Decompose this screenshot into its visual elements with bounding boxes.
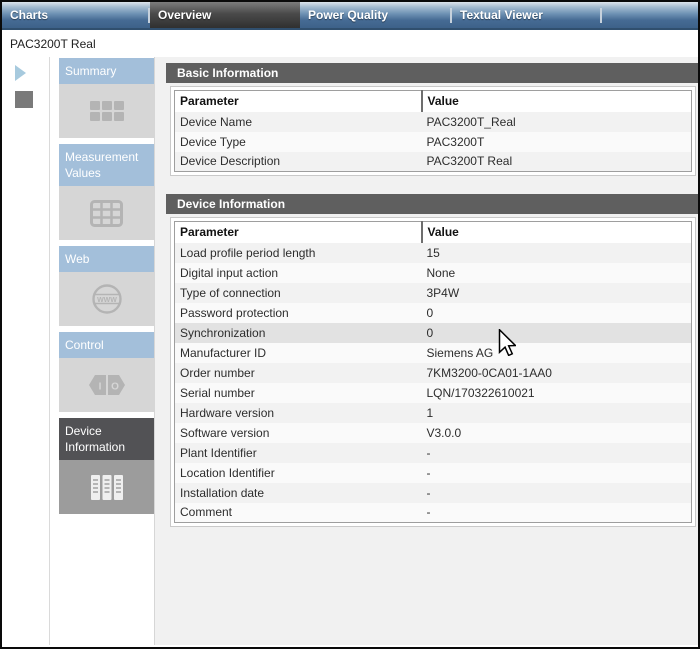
table-row: Hardware version 1	[174, 402, 692, 423]
sidebar-item-label: Summary	[59, 58, 154, 84]
value-cell: -	[421, 482, 692, 503]
table-row: Order number 7KM3200-0CA01-1AA0	[174, 362, 692, 383]
globe-www-icon: WWW	[91, 284, 122, 314]
stop-button[interactable]	[15, 91, 33, 108]
sidebar-item-control[interactable]: Control I O	[59, 332, 154, 412]
column-header-value: Value	[420, 221, 692, 243]
parameter-cell: Digital input action	[174, 262, 422, 283]
value-cell: -	[421, 462, 692, 483]
section-header-device-information: Device Information	[166, 194, 698, 214]
table-row: Location Identifier -	[174, 462, 692, 483]
parameter-cell: Comment	[174, 502, 422, 523]
parameter-cell: Serial number	[174, 382, 422, 403]
parameter-cell: Device Name	[174, 111, 422, 132]
sidebar-item-web[interactable]: Web WWW	[59, 246, 154, 326]
table-header-row: Parameter Value	[174, 90, 692, 112]
play-icon	[15, 65, 26, 81]
basic-information-panel: Parameter Value Device Name PAC3200T_Rea…	[170, 86, 696, 176]
svg-text:I: I	[98, 382, 101, 393]
play-button[interactable]	[15, 65, 27, 81]
column-header-parameter: Parameter	[174, 90, 422, 112]
parameter-cell: Manufacturer ID	[174, 342, 422, 363]
left-control-strip	[2, 57, 49, 645]
svg-text:WWW: WWW	[97, 297, 117, 304]
tab-bar: Charts Overview Power Quality Textual Vi…	[2, 2, 698, 30]
value-cell: Siemens AG	[421, 342, 692, 363]
table-row: Type of connection 3P4W	[174, 282, 692, 303]
value-cell: PAC3200T	[421, 131, 692, 152]
value-cell: 7KM3200-0CA01-1AA0	[421, 362, 692, 383]
measurement-table-icon	[90, 199, 123, 227]
table-row: Load profile period length 15	[174, 242, 692, 263]
tab-power-quality[interactable]: Power Quality	[300, 2, 450, 28]
parameter-cell: Load profile period length	[174, 242, 422, 263]
section-header-basic-information: Basic Information	[166, 63, 698, 83]
main-content: Basic Information Parameter Value Device…	[154, 57, 698, 645]
view-navigation: Summary Measurement Values Web WWW Contr…	[49, 57, 154, 645]
table-row: Device Description PAC3200T Real	[174, 151, 692, 172]
sidebar-item-label: Device Information	[59, 418, 154, 460]
parameter-cell: Password protection	[174, 302, 422, 323]
parameter-cell: Device Type	[174, 131, 422, 152]
table-row-hovered: Synchronization 0	[174, 322, 692, 343]
basic-information-table: Parameter Value Device Name PAC3200T_Rea…	[174, 90, 692, 172]
value-cell: 0	[421, 322, 692, 343]
value-cell: LQN/170322610021	[421, 382, 692, 403]
value-cell: PAC3200T_Real	[421, 111, 692, 132]
table-header-row: Parameter Value	[174, 221, 692, 243]
value-cell: -	[421, 442, 692, 463]
table-row: Serial number LQN/170322610021	[174, 382, 692, 403]
table-row: Comment -	[174, 502, 692, 523]
value-cell: PAC3200T Real	[421, 151, 692, 172]
device-documents-icon	[90, 474, 123, 500]
table-row: Device Name PAC3200T_Real	[174, 111, 692, 132]
parameter-cell: Order number	[174, 362, 422, 383]
tab-bar-filler	[602, 2, 698, 28]
table-row: Device Type PAC3200T	[174, 131, 692, 152]
sidebar-item-measurement-values[interactable]: Measurement Values	[59, 144, 154, 240]
device-title: PAC3200T Real	[10, 36, 96, 51]
parameter-cell: Software version	[174, 422, 422, 443]
value-cell: 1	[421, 402, 692, 423]
sidebar-item-label: Web	[59, 246, 154, 272]
parameter-cell: Type of connection	[174, 282, 422, 303]
value-cell: 15	[421, 242, 692, 263]
device-title-bar: PAC3200T Real	[2, 30, 698, 57]
value-cell: -	[421, 502, 692, 523]
sidebar-item-device-information[interactable]: Device Information	[59, 418, 154, 514]
column-header-value: Value	[420, 90, 692, 112]
parameter-cell: Device Description	[174, 151, 422, 172]
value-cell: 0	[421, 302, 692, 323]
table-row: Plant Identifier -	[174, 442, 692, 463]
sidebar-item-label: Measurement Values	[59, 144, 154, 186]
parameter-cell: Synchronization	[174, 322, 422, 343]
parameter-cell: Plant Identifier	[174, 442, 422, 463]
value-cell: V3.0.0	[421, 422, 692, 443]
svg-text:O: O	[111, 382, 119, 393]
value-cell: None	[421, 262, 692, 283]
sidebar-item-label: Control	[59, 332, 154, 358]
value-cell: 3P4W	[421, 282, 692, 303]
parameter-cell: Installation date	[174, 482, 422, 503]
app-window: Charts Overview Power Quality Textual Vi…	[0, 0, 700, 649]
table-row: Manufacturer ID Siemens AG	[174, 342, 692, 363]
sidebar-item-summary[interactable]: Summary	[59, 58, 154, 138]
table-row: Password protection 0	[174, 302, 692, 323]
device-information-panel: Parameter Value Load profile period leng…	[170, 217, 696, 527]
section-title: Device Information	[177, 197, 286, 211]
table-row: Installation date -	[174, 482, 692, 503]
parameter-cell: Location Identifier	[174, 462, 422, 483]
column-header-parameter: Parameter	[174, 221, 422, 243]
device-information-table: Parameter Value Load profile period leng…	[174, 221, 692, 523]
io-icon: I O	[88, 375, 125, 395]
table-row: Digital input action None	[174, 262, 692, 283]
tab-textual-viewer[interactable]: Textual Viewer	[452, 2, 600, 28]
parameter-cell: Hardware version	[174, 402, 422, 423]
tab-overview[interactable]: Overview	[150, 2, 300, 28]
table-row: Software version V3.0.0	[174, 422, 692, 443]
tab-charts[interactable]: Charts	[2, 2, 148, 28]
summary-grid-icon	[89, 100, 124, 121]
section-title: Basic Information	[177, 66, 279, 80]
